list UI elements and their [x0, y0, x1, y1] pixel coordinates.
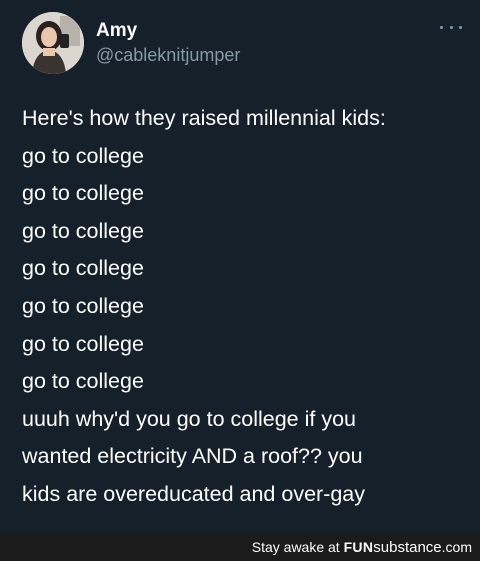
- author-handle[interactable]: @cableknitjumper: [96, 44, 240, 66]
- author-names: Amy @cableknitjumper: [96, 20, 240, 66]
- tweet-line: go to college: [22, 331, 144, 356]
- tweet-line: go to college: [22, 181, 144, 206]
- tweet-header: Amy @cableknitjumper: [22, 12, 462, 76]
- tweet-line: go to college: [22, 256, 144, 281]
- tweet-line: kids are overeducated and over-gay: [22, 481, 366, 506]
- more-dot: [449, 25, 453, 29]
- avatar-photo-icon: [22, 12, 84, 74]
- watermark-brand-bold: FUN: [343, 539, 374, 555]
- watermark-bar: Stay awake at FUNsubstance.com: [0, 533, 480, 561]
- watermark-brand-rest: substance: [373, 539, 442, 556]
- tweet-line: go to college: [22, 218, 144, 243]
- more-dot: [440, 25, 443, 29]
- tweet-line: go to college: [22, 293, 144, 318]
- author-display-name[interactable]: Amy: [96, 20, 240, 42]
- watermark-suffix: .com: [441, 539, 472, 555]
- more-dot: [459, 25, 462, 29]
- tweet-line: Here's how they raised millennial kids:: [22, 106, 386, 130]
- tweet-line: go to college: [22, 369, 144, 394]
- tweet-line: go to college: [22, 143, 144, 168]
- watermark: Stay awake at FUNsubstance.com: [252, 539, 472, 556]
- avatar[interactable]: [22, 12, 84, 74]
- watermark-prefix: Stay awake at: [251, 539, 340, 555]
- tweet-line: wanted electricity AND a roof?? you: [22, 444, 363, 469]
- tweet-card: Amy @cableknitjumper Here's how they rai…: [0, 0, 480, 533]
- more-options-icon[interactable]: [440, 20, 462, 34]
- tweet-text: Here's how they raised millennial kids: …: [22, 100, 472, 514]
- tweet-line: uuuh why'd you go to college if you: [22, 406, 356, 431]
